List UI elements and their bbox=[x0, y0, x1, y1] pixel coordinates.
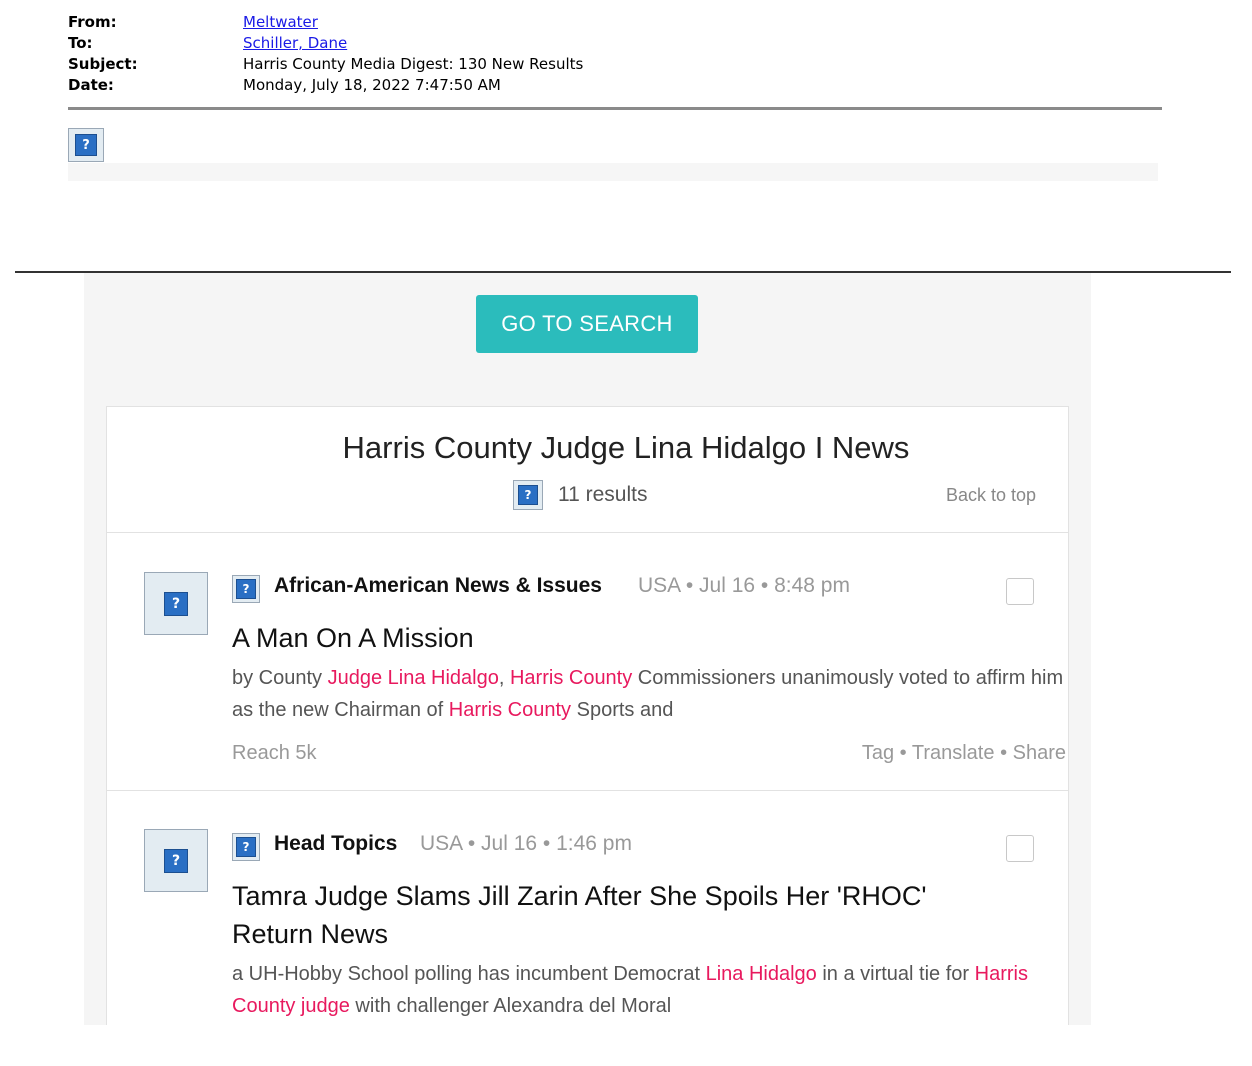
article-divider bbox=[107, 790, 1068, 791]
keyword-highlight: Harris County bbox=[509, 667, 633, 689]
question-mark-icon: ? bbox=[164, 848, 188, 873]
snippet-text: , bbox=[498, 667, 510, 689]
keyword-highlight: Lina Hidalgo bbox=[705, 963, 817, 985]
section-title: Harris County Judge Lina Hidalgo I News bbox=[342, 430, 910, 465]
article-title[interactable]: A Man On A Mission bbox=[232, 619, 1032, 657]
article-snippet: a UH-Hobby School polling has incumbent … bbox=[232, 958, 1072, 1022]
broken-image-icon: ? bbox=[513, 480, 543, 510]
question-mark-icon: ? bbox=[236, 579, 256, 599]
subject-label: Subject: bbox=[68, 55, 138, 73]
snippet-text: with challenger Alexandra del Moral bbox=[349, 995, 672, 1017]
to-label: To: bbox=[68, 34, 93, 52]
keyword-highlight: Harris County bbox=[448, 699, 572, 721]
keyword-highlight: Judge Lina Hidalgo bbox=[327, 667, 499, 689]
dot-separator: • bbox=[899, 742, 912, 764]
date-row: Date: Monday, July 18, 2022 7:47:50 AM bbox=[68, 75, 583, 96]
source-favicon-icon: ? bbox=[232, 833, 260, 861]
article-actions: Tag • Translate • Share bbox=[862, 742, 1066, 765]
article-thumbnail[interactable]: ? bbox=[144, 829, 208, 892]
from-label: From: bbox=[68, 13, 117, 31]
article-title[interactable]: Tamra Judge Slams Jill Zarin After She S… bbox=[232, 877, 992, 953]
date-label: Date: bbox=[68, 76, 114, 94]
date-value: Monday, July 18, 2022 7:47:50 AM bbox=[243, 76, 501, 94]
go-to-search-button[interactable]: GO TO SEARCH bbox=[476, 295, 698, 353]
article-thumbnail[interactable]: ? bbox=[144, 572, 208, 635]
source-name[interactable]: Head Topics bbox=[274, 832, 397, 856]
tag-link[interactable]: Tag bbox=[862, 742, 894, 764]
question-mark-icon: ? bbox=[75, 134, 97, 156]
snippet-text: by County bbox=[232, 667, 328, 689]
question-mark-icon: ? bbox=[236, 837, 256, 857]
to-row: To: Schiller, Dane bbox=[68, 33, 583, 54]
subject-row: Subject: Harris County Media Digest: 130… bbox=[68, 54, 583, 75]
article-snippet: by County Judge Lina Hidalgo, Harris Cou… bbox=[232, 662, 1072, 726]
back-to-top-link[interactable]: Back to top bbox=[946, 485, 1036, 506]
broken-image-icon: ? bbox=[68, 128, 104, 162]
subject-value: Harris County Media Digest: 130 New Resu… bbox=[243, 55, 584, 73]
email-header: From: Meltwater To: Schiller, Dane Subje… bbox=[68, 12, 583, 96]
translate-link[interactable]: Translate bbox=[912, 742, 995, 764]
select-article-checkbox[interactable] bbox=[1006, 835, 1034, 862]
dot-separator: • bbox=[1000, 742, 1013, 764]
article-meta: USA • Jul 16 • 8:48 pm bbox=[638, 574, 850, 597]
snippet-text: in a virtual tie for bbox=[816, 963, 975, 985]
article-meta: USA • Jul 16 • 1:46 pm bbox=[420, 832, 632, 855]
question-mark-icon: ? bbox=[164, 591, 188, 616]
snippet-text: Sports and bbox=[571, 699, 674, 721]
source-favicon-icon: ? bbox=[232, 575, 260, 603]
from-link[interactable]: Meltwater bbox=[243, 12, 318, 33]
from-row: From: Meltwater bbox=[68, 12, 583, 33]
snippet-text: a UH-Hobby School polling has incumbent … bbox=[232, 963, 706, 985]
reach-metric: Reach 5k bbox=[232, 742, 317, 764]
source-name[interactable]: African-American News & Issues bbox=[274, 574, 602, 598]
share-link[interactable]: Share bbox=[1013, 742, 1066, 764]
banner-placeholder bbox=[68, 163, 1158, 181]
question-mark-icon: ? bbox=[518, 485, 538, 505]
to-link[interactable]: Schiller, Dane bbox=[243, 33, 347, 54]
results-count: 11 results bbox=[558, 483, 648, 506]
select-article-checkbox[interactable] bbox=[1006, 578, 1034, 605]
results-summary: ? 11 results bbox=[513, 480, 648, 510]
section-divider bbox=[107, 532, 1068, 533]
header-divider bbox=[68, 107, 1162, 110]
